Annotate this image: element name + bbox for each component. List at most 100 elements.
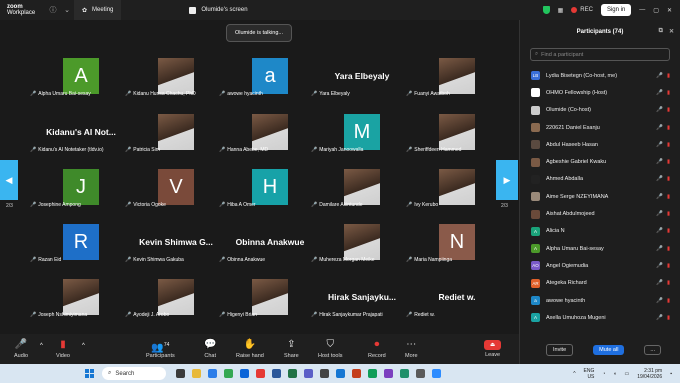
more-button[interactable]: ⋯ More [405, 339, 418, 359]
participants-button[interactable]: 👥74 Participants [146, 339, 175, 359]
tile-name-label: 🎤 Mariyah Janoowalla [311, 147, 363, 153]
raise-hand-button[interactable]: ✋ Raise hand [236, 339, 264, 359]
rec-label: REC [580, 7, 593, 13]
tab-shared-screen[interactable]: Olumide's screen [181, 0, 255, 20]
tile-name-text: Yara Elbeyaly [319, 91, 350, 97]
edge-icon[interactable] [208, 369, 217, 378]
participant-tile[interactable]: Rediet w. 🎤 Rediet w. [400, 268, 514, 320]
word-icon[interactable] [272, 369, 281, 378]
tile-name-text: Rediet w. [414, 312, 435, 318]
info-icon[interactable]: ⓘ [46, 5, 60, 15]
tile-name-label: 🎤 Ivy Kerubo [406, 202, 438, 208]
app-icon[interactable] [400, 369, 409, 378]
minimize-icon[interactable]: — [639, 7, 645, 13]
tile-name-text: Kidanu's AI Notetaker (tldv.io) [38, 147, 104, 153]
video-off-icon: ▮ [666, 176, 670, 183]
chrome-icon[interactable] [224, 369, 233, 378]
powerpoint-icon[interactable] [352, 369, 361, 378]
tab-meeting[interactable]: ✿ Meeting [74, 0, 122, 20]
panel-more-button[interactable]: ... [644, 345, 662, 355]
participant-row[interactable]: Aime Serge NZEYIMANA 🎤 ▮ [520, 188, 680, 205]
close-icon[interactable]: ✕ [667, 7, 672, 14]
prev-page-button[interactable]: ◀ [0, 160, 18, 200]
participant-row[interactable]: AO Angel Ogiemudia 🎤 ▮ [520, 257, 680, 274]
zoom-app-icon[interactable] [336, 369, 345, 378]
host-tools-button[interactable]: ⛉ Host tools [318, 339, 342, 359]
tile-avatar: R [63, 224, 99, 260]
audio-caret-icon[interactable]: ^ [40, 343, 43, 349]
close-icon[interactable]: ✕ [669, 28, 674, 35]
taskbar-search[interactable]: ⌕ Search [102, 367, 166, 380]
tile-avatar: A [63, 58, 99, 94]
chat-button[interactable]: 💬 Chat [204, 339, 216, 359]
avatar: AR [531, 278, 540, 288]
audio-button[interactable]: 🎤 Audio [14, 339, 28, 359]
app-icon[interactable] [320, 369, 329, 378]
chevron-down-icon[interactable]: ⌄ [60, 6, 74, 14]
participant-row[interactable]: Agbeshie Gabriel Kwaku 🎤 ▮ [520, 153, 680, 170]
participant-row[interactable]: OHMO Fellowship (Host) 🎤 ▮ [520, 84, 680, 101]
wifi-icon[interactable]: ◔ [602, 371, 605, 377]
recording-indicator[interactable]: REC [571, 7, 593, 13]
participant-row[interactable]: 220621 Daniel Esanju 🎤 ▮ [520, 119, 680, 136]
participant-row[interactable]: Ahmed Abdalla 🎤 ▮ [520, 171, 680, 188]
participant-row[interactable]: a awowe hyacinth 🎤 ▮ [520, 292, 680, 309]
app-icon[interactable] [384, 369, 393, 378]
talking-indicator: Olumide is talking... [226, 24, 292, 42]
participant-row[interactable]: Abdul Haseeb Hasan 🎤 ▮ [520, 136, 680, 153]
video-caret-icon[interactable]: ^ [82, 343, 85, 349]
chevron-up-icon[interactable]: ^ [573, 371, 575, 377]
windows-taskbar: ⌕ Search ^ ENG US ◔ ◖ ▭ 2:31 pm 19/04/20… [0, 364, 680, 383]
participant-row[interactable]: A Alicia N 🎤 ▮ [520, 223, 680, 240]
participant-row[interactable]: A Alpha Umaru Bai-sesay 🎤 ▮ [520, 240, 680, 257]
app-icon[interactable] [256, 369, 265, 378]
volume-icon[interactable]: ◖ [613, 371, 616, 377]
participant-row[interactable]: AR Ategeka Richard 🎤 ▮ [520, 275, 680, 292]
app-icon[interactable] [176, 369, 185, 378]
windows-start-icon[interactable] [85, 369, 94, 378]
invite-button[interactable]: Invite [546, 344, 574, 356]
tile-name-text: Kevin Shimwa Gakuba [133, 257, 184, 263]
teams-icon[interactable] [304, 369, 313, 378]
participant-row[interactable]: LB Lydia Bisetegn (Co-host, me) 🎤 ▮ [520, 67, 680, 84]
avatar [531, 140, 540, 150]
excel-icon[interactable] [288, 369, 297, 378]
participant-status-icons: 🎤 ▮ [656, 176, 670, 182]
sign-in-button[interactable]: Sign in [600, 4, 632, 16]
tile-name-text: Josephine Ampong [38, 202, 81, 208]
notification-icon[interactable]: ▪ [670, 371, 672, 377]
tile-name-label: 🎤 Higenyi Brian [219, 312, 257, 318]
participant-tile[interactable]: 🎤 Sheriffdeen Hammed [400, 103, 514, 155]
zoom-app-icon[interactable] [432, 369, 441, 378]
app-icon[interactable] [416, 369, 425, 378]
more-label: More [405, 353, 418, 359]
participant-row[interactable]: Aishat Abdulmojeed 🎤 ▮ [520, 205, 680, 222]
app-icon[interactable] [368, 369, 377, 378]
participant-name: Angel Ogiemudia [546, 262, 589, 269]
participant-tile[interactable]: 🎤 Fuanyi Awatboh [400, 47, 514, 99]
record-button[interactable]: ⏺ Record [368, 339, 386, 359]
clock[interactable]: 2:31 pm 19/04/2026 [637, 368, 662, 380]
tile-name-label: 🎤 Yara Elbeyaly [311, 91, 350, 97]
mic-muted-icon: 🎤 [406, 257, 413, 263]
tile-name-label: 🎤 Patricia Sim [125, 147, 160, 153]
battery-icon[interactable]: ▭ [624, 371, 629, 377]
participant-row[interactable]: A Axella Umuhoza Mugeni 🎤 ▮ [520, 309, 680, 326]
mic-muted-icon: 🎤 [656, 124, 663, 131]
participant-row[interactable]: Olumide (Co-host) 🎤 ▮ [520, 102, 680, 119]
folder-icon[interactable] [192, 369, 201, 378]
outlook-icon[interactable] [240, 369, 249, 378]
shield-icon[interactable] [542, 6, 550, 14]
maximize-icon[interactable]: ▢ [653, 7, 659, 14]
share-button[interactable]: ⇪ Share [284, 339, 299, 359]
video-button[interactable]: ▮ Video [56, 339, 70, 359]
language-indicator[interactable]: ENG US [584, 368, 595, 380]
leave-button[interactable]: ⏏ Leave [484, 340, 502, 358]
next-page-button[interactable]: ▶ [496, 160, 518, 200]
participant-tile[interactable]: N 🎤 Maria Nampiinga [400, 213, 514, 265]
participant-search-input[interactable]: ⌕ Find a participant [530, 48, 670, 61]
page-indicator-left: 2/3 [6, 203, 13, 209]
mute-all-button[interactable]: Mute all [593, 345, 625, 355]
grid-icon[interactable]: ▦ [558, 7, 564, 14]
popout-icon[interactable]: ⧉ [659, 28, 663, 35]
